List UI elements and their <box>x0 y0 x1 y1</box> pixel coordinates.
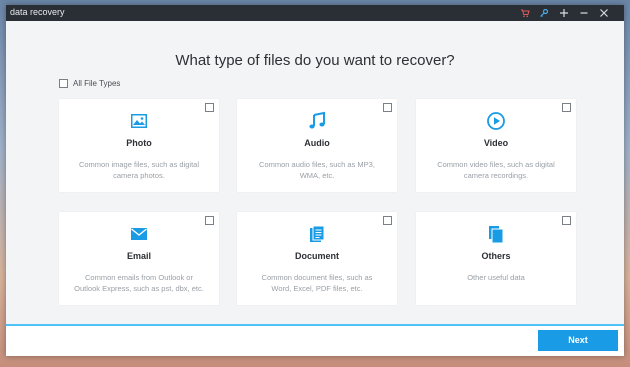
card-description: Common audio files, such as MP3, WMA, et… <box>259 160 375 180</box>
card-description: Common video files, such as digital came… <box>437 160 555 180</box>
card-title: Others <box>481 251 511 261</box>
close-icon[interactable] <box>597 6 611 20</box>
card-description: Common image files, such as digital came… <box>78 160 200 180</box>
file-type-card-photo[interactable]: Photo Common image files, such as digita… <box>59 99 219 192</box>
document-icon <box>307 224 327 244</box>
music-note-icon <box>307 111 327 131</box>
files-icon <box>486 224 506 244</box>
envelope-icon <box>129 224 149 244</box>
file-type-card-audio[interactable]: Audio Common audio files, such as MP3, W… <box>237 99 397 192</box>
play-icon <box>486 111 506 131</box>
all-file-types-checkbox[interactable] <box>59 78 68 88</box>
title-bar: data recovery <box>6 5 624 21</box>
document-checkbox[interactable] <box>383 216 392 225</box>
footer-bar: Next <box>6 326 624 356</box>
all-file-types-label: All File Types <box>73 78 121 88</box>
card-title: Email <box>126 251 151 261</box>
minimize-icon[interactable] <box>577 6 591 20</box>
card-title: Video <box>483 138 509 148</box>
email-checkbox[interactable] <box>205 216 214 225</box>
photo-icon <box>129 111 149 131</box>
video-checkbox[interactable] <box>562 103 571 112</box>
photo-checkbox[interactable] <box>205 103 214 112</box>
file-type-card-video[interactable]: Video Common video files, such as digita… <box>416 99 576 192</box>
file-type-card-others[interactable]: Others Other useful data <box>416 212 576 305</box>
page-heading: What type of files do you want to recove… <box>175 52 455 69</box>
all-file-types-option[interactable]: All File Types <box>59 77 120 89</box>
key-icon[interactable] <box>537 6 551 20</box>
app-window: data recovery What type of files do you … <box>6 5 624 356</box>
others-checkbox[interactable] <box>562 216 571 225</box>
file-type-card-document[interactable]: Document Common document files, such as … <box>237 212 397 305</box>
app-title: data recovery <box>10 7 65 17</box>
card-title: Audio <box>304 138 330 148</box>
plus-icon[interactable] <box>557 6 571 20</box>
audio-checkbox[interactable] <box>383 103 392 112</box>
card-description: Other useful data <box>467 273 525 282</box>
card-description: Common document files, such as Word, Exc… <box>261 273 373 293</box>
card-description: Common emails from Outlook or Outlook Ex… <box>74 273 204 293</box>
cart-icon[interactable] <box>518 6 532 20</box>
next-button[interactable]: Next <box>538 330 618 351</box>
file-type-card-email[interactable]: Email Common emails from Outlook or Outl… <box>59 212 219 305</box>
card-title: Photo <box>126 138 152 148</box>
card-title: Document <box>294 251 339 261</box>
